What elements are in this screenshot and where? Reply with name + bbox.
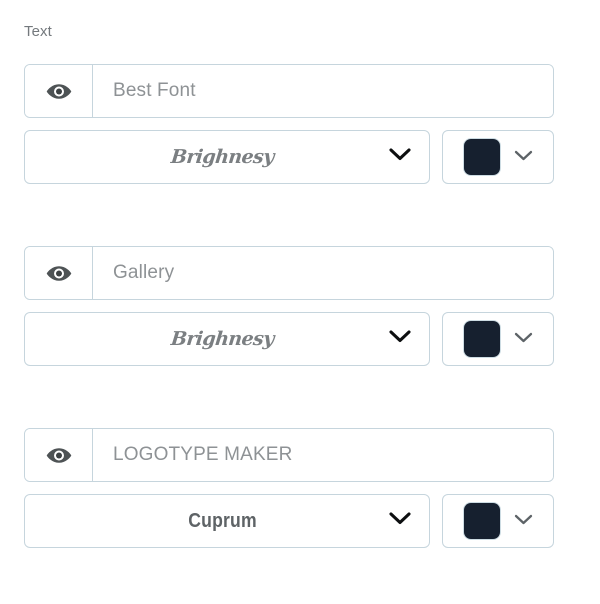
chevron-down-icon <box>389 512 411 530</box>
color-swatch[interactable] <box>463 321 500 357</box>
layer-controls-row: Brighnesy <box>24 312 554 366</box>
chevron-down-icon <box>514 148 533 166</box>
text-color-picker[interactable] <box>442 312 554 366</box>
visibility-toggle-button[interactable] <box>25 247 93 299</box>
text-input-row: Best Font <box>24 64 554 118</box>
text-input-row: Gallery <box>24 246 554 300</box>
font-family-select[interactable]: Cuprum <box>24 494 430 548</box>
layer-controls-row: Brighnesy <box>24 130 554 184</box>
eye-icon <box>46 447 72 464</box>
color-swatch[interactable] <box>463 139 500 175</box>
font-family-value: Cuprum <box>188 510 257 532</box>
text-content-input[interactable]: Best Font <box>93 65 553 117</box>
eye-icon <box>46 83 72 100</box>
text-layer-group: Best Font Brighnesy <box>24 64 554 184</box>
visibility-toggle-button[interactable] <box>25 429 93 481</box>
eye-icon <box>46 265 72 282</box>
text-content-input[interactable]: LOGOTYPE MAKER <box>93 429 553 481</box>
text-color-picker[interactable] <box>442 130 554 184</box>
chevron-down-icon <box>514 512 533 530</box>
font-family-value: Brighnesy <box>169 327 275 350</box>
chevron-down-icon <box>389 148 411 166</box>
text-color-picker[interactable] <box>442 494 554 548</box>
text-layer-group: LOGOTYPE MAKER Cuprum <box>24 428 554 548</box>
font-family-select[interactable]: Brighnesy <box>24 312 430 366</box>
text-layer-group: Gallery Brighnesy <box>24 246 554 366</box>
font-family-value: Brighnesy <box>169 145 275 168</box>
font-family-select[interactable]: Brighnesy <box>24 130 430 184</box>
text-content-input[interactable]: Gallery <box>93 247 553 299</box>
chevron-down-icon <box>389 330 411 348</box>
color-swatch[interactable] <box>463 503 500 539</box>
text-input-row: LOGOTYPE MAKER <box>24 428 554 482</box>
section-label-text: Text <box>24 23 52 40</box>
chevron-down-icon <box>514 330 533 348</box>
layer-controls-row: Cuprum <box>24 494 554 548</box>
visibility-toggle-button[interactable] <box>25 65 93 117</box>
text-layers-panel: Text Best Font Brighnesy Gallery Brighne… <box>0 0 600 604</box>
